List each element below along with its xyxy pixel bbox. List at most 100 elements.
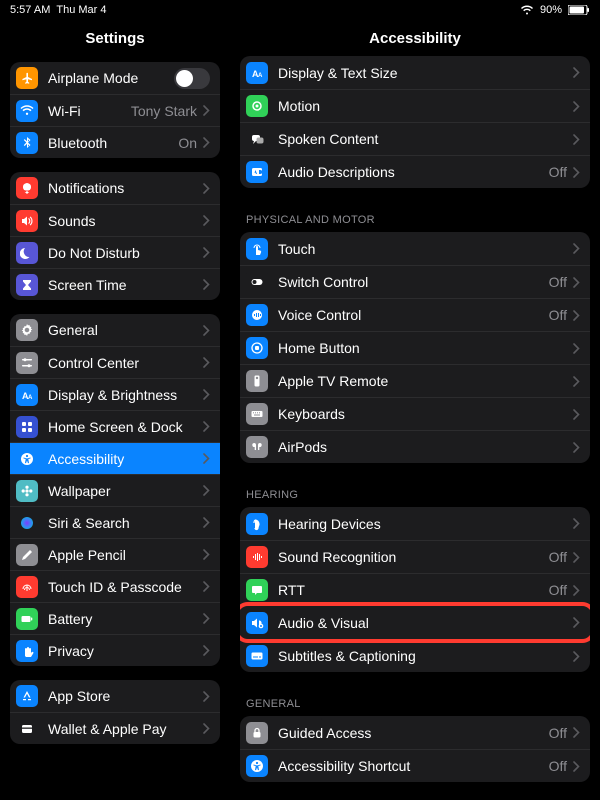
row-sounds[interactable]: Sounds xyxy=(10,204,220,236)
airpods-icon xyxy=(246,436,268,458)
highlighted-row: Audio & Visual xyxy=(240,606,590,639)
row-home-screen-dock[interactable]: Home Screen & Dock xyxy=(10,410,220,442)
label-notifications: Notifications xyxy=(48,180,203,196)
row-wi-fi[interactable]: Wi-FiTony Stark xyxy=(10,94,220,126)
row-touch-id-passcode[interactable]: Touch ID & Passcode xyxy=(10,570,220,602)
chevron-right-icon xyxy=(573,518,580,529)
chevron-right-icon xyxy=(203,453,210,464)
row-voice-control[interactable]: Voice ControlOff xyxy=(240,298,590,331)
row-airpods[interactable]: AirPods xyxy=(240,430,590,463)
row-audio-descriptions[interactable]: Audio DescriptionsOff xyxy=(240,155,590,188)
row-accessibility-shortcut[interactable]: Accessibility ShortcutOff xyxy=(240,749,590,782)
row-hearing-devices[interactable]: Hearing Devices xyxy=(240,507,590,540)
label-spoken-content: Spoken Content xyxy=(278,131,573,147)
row-general[interactable]: General xyxy=(10,314,220,346)
detail-group-0: AADisplay & Text SizeMotion Spoken Conten… xyxy=(240,56,590,188)
label-home-screen-dock: Home Screen & Dock xyxy=(48,419,203,435)
grid-icon xyxy=(16,416,38,438)
status-time: 5:57 AM xyxy=(10,4,50,16)
row-apple-tv-remote[interactable]: Apple TV Remote xyxy=(240,364,590,397)
label-bluetooth: Bluetooth xyxy=(48,135,178,151)
soundrec-icon xyxy=(246,546,268,568)
label-home-button: Home Button xyxy=(278,340,573,356)
motion-icon xyxy=(246,95,268,117)
wifi-icon xyxy=(16,100,38,122)
row-airplane-mode[interactable]: Airplane Mode xyxy=(10,62,220,94)
chevron-right-icon xyxy=(573,409,580,420)
appstore-icon xyxy=(16,685,38,707)
sliders-icon xyxy=(16,352,38,374)
row-wallpaper[interactable]: Wallpaper xyxy=(10,474,220,506)
ad-icon xyxy=(246,161,268,183)
label-screen-time: Screen Time xyxy=(48,277,203,293)
row-motion[interactable]: Motion xyxy=(240,89,590,122)
row-bluetooth[interactable]: BluetoothOn xyxy=(10,126,220,158)
row-rtt[interactable]: RTTOff xyxy=(240,573,590,606)
chevron-right-icon xyxy=(573,651,580,662)
rtt-value: Off xyxy=(549,582,567,598)
switch-control-value: Off xyxy=(549,274,567,290)
row-do-not-disturb[interactable]: Do Not Disturb xyxy=(10,236,220,268)
row-app-store[interactable]: App Store xyxy=(10,680,220,712)
chevron-right-icon xyxy=(203,105,210,116)
airplane-mode-switch[interactable] xyxy=(174,68,210,89)
row-subtitles-captioning[interactable]: Subtitles & Captioning xyxy=(240,639,590,672)
row-battery[interactable]: Battery xyxy=(10,602,220,634)
row-screen-time[interactable]: Screen Time xyxy=(10,268,220,300)
label-touch: Touch xyxy=(278,241,573,257)
row-switch-control[interactable]: Switch ControlOff xyxy=(240,265,590,298)
chevron-right-icon xyxy=(573,552,580,563)
row-control-center[interactable]: Control Center xyxy=(10,346,220,378)
row-sound-recognition[interactable]: Sound RecognitionOff xyxy=(240,540,590,573)
row-display-text-size[interactable]: AADisplay & Text Size xyxy=(240,56,590,89)
chevron-right-icon xyxy=(203,549,210,560)
accessibility-icon xyxy=(16,448,38,470)
row-guided-access[interactable]: Guided AccessOff xyxy=(240,716,590,749)
label-switch-control: Switch Control xyxy=(278,274,549,290)
title-bar: Settings Accessibility xyxy=(0,20,600,56)
label-airplane-mode: Airplane Mode xyxy=(48,70,174,86)
sidebar-title: Settings xyxy=(0,20,230,56)
row-wallet-apple-pay[interactable]: Wallet & Apple Pay xyxy=(10,712,220,744)
status-date: Thu Mar 4 xyxy=(56,4,106,16)
chevron-right-icon xyxy=(203,137,210,148)
chevron-right-icon xyxy=(573,442,580,453)
label-keyboards: Keyboards xyxy=(278,406,573,422)
row-siri-search[interactable]: Siri & Search xyxy=(10,506,220,538)
row-keyboards[interactable]: Keyboards xyxy=(240,397,590,430)
switchctl-icon xyxy=(246,271,268,293)
row-home-button[interactable]: Home Button xyxy=(240,331,590,364)
label-siri-search: Siri & Search xyxy=(48,515,203,531)
voice-control-value: Off xyxy=(549,307,567,323)
label-subtitles-captioning: Subtitles & Captioning xyxy=(278,648,573,664)
detail-pane[interactable]: AADisplay & Text SizeMotion Spoken Conten… xyxy=(230,56,600,800)
speech-icon xyxy=(246,128,268,150)
row-privacy[interactable]: Privacy xyxy=(10,634,220,666)
chevron-right-icon xyxy=(203,723,210,734)
label-accessibility: Accessibility xyxy=(48,451,203,467)
row-apple-pencil[interactable]: Apple Pencil xyxy=(10,538,220,570)
row-notifications[interactable]: Notifications xyxy=(10,172,220,204)
detail-group-1: TouchSwitch ControlOffVoice ControlOffHo… xyxy=(240,232,590,463)
row-audio-visual[interactable]: Audio & Visual xyxy=(240,606,590,639)
accessibility-icon xyxy=(246,755,268,777)
chevron-right-icon xyxy=(203,581,210,592)
chevron-right-icon xyxy=(573,761,580,772)
row-spoken-content[interactable]: Spoken Content xyxy=(240,122,590,155)
textsize-icon: AA xyxy=(16,384,38,406)
chevron-right-icon xyxy=(203,645,210,656)
chevron-right-icon xyxy=(203,247,210,258)
detail-group-2: Hearing DevicesSound RecognitionOffRTTOf… xyxy=(240,507,590,672)
keyboard-icon xyxy=(246,403,268,425)
sidebar-group-2: GeneralControl CenterAADisplay & Brightn… xyxy=(10,314,220,666)
pencil-icon xyxy=(16,544,38,566)
chevron-right-icon xyxy=(203,613,210,624)
row-display-brightness[interactable]: AADisplay & Brightness xyxy=(10,378,220,410)
bell-icon xyxy=(16,177,38,199)
sidebar[interactable]: Airplane Mode Wi-FiTony StarkBluetoothOn N… xyxy=(0,56,230,800)
row-accessibility[interactable]: Accessibility xyxy=(10,442,220,474)
moon-icon xyxy=(16,242,38,264)
sidebar-group-0: Airplane Mode Wi-FiTony StarkBluetoothOn xyxy=(10,62,220,158)
row-touch[interactable]: Touch xyxy=(240,232,590,265)
chevron-right-icon xyxy=(203,325,210,336)
